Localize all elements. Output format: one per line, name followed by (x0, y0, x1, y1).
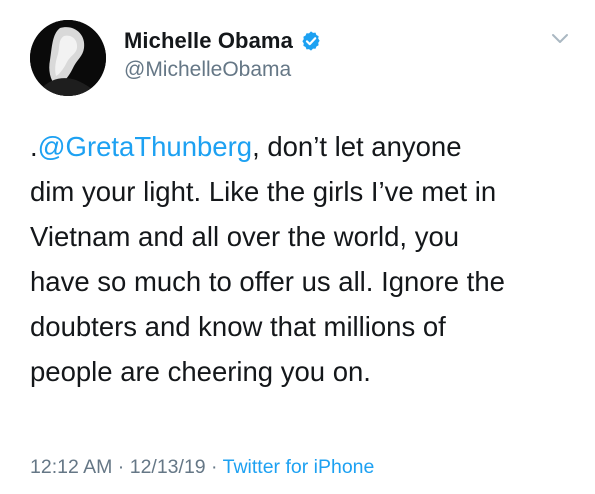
tweet-source-link[interactable]: Twitter for iPhone (223, 456, 375, 478)
tweet-time[interactable]: 12:12 AM (30, 456, 112, 478)
user-handle[interactable]: @MichelleObama (124, 58, 291, 82)
meta-separator: · (205, 456, 223, 478)
tweet-body: , don’t let anyone dim your light. Like … (30, 131, 505, 387)
chevron-down-icon[interactable] (550, 32, 570, 46)
tweet-prefix: . (30, 131, 38, 162)
tweet-card: Michelle Obama @MichelleObama .@GretaThu… (0, 0, 595, 494)
avatar[interactable] (30, 20, 106, 96)
display-name[interactable]: Michelle Obama (124, 28, 293, 54)
avatar-photo (30, 20, 106, 96)
tweet-text: .@GretaThunberg, don’t let anyone dim yo… (30, 124, 575, 394)
mention-link[interactable]: @GretaThunberg (38, 131, 252, 162)
tweet-meta: 12:12 AM · 12/13/19 · Twitter for iPhone (30, 456, 374, 479)
name-row: Michelle Obama (124, 28, 322, 54)
verified-badge-icon (300, 30, 322, 52)
tweet-date[interactable]: 12/13/19 (130, 456, 206, 478)
meta-separator: · (112, 456, 130, 478)
